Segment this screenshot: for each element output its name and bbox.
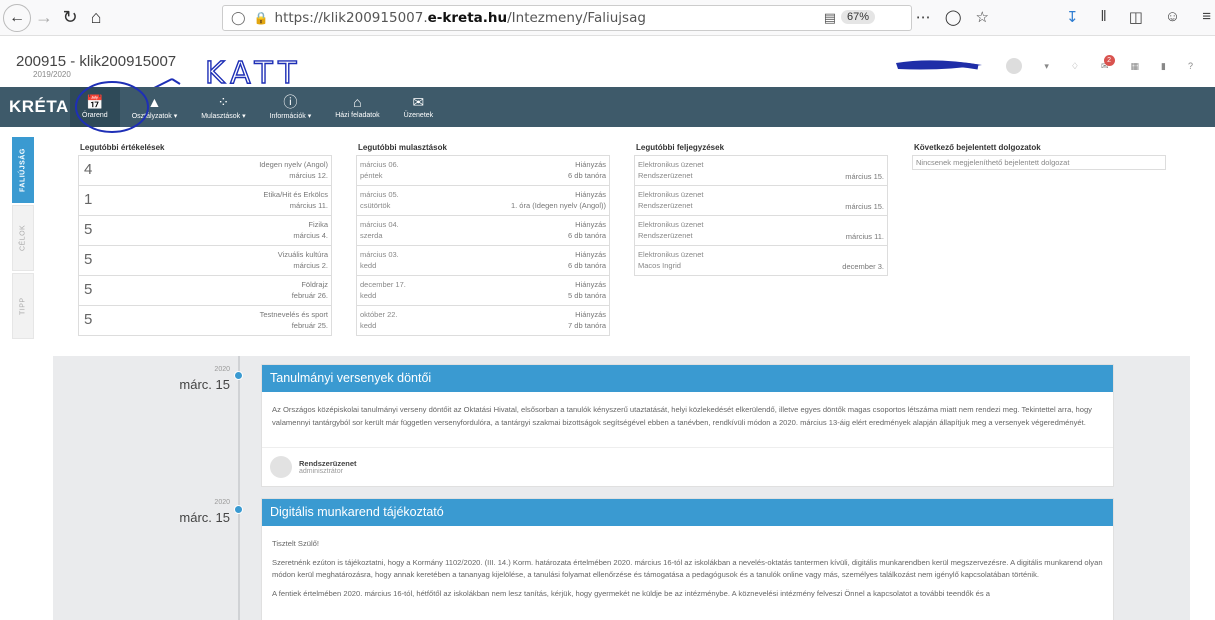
back-arrow-icon[interactable]: ← [3,3,31,32]
post-title[interactable]: Tanulmányi versenyek döntői [262,365,1113,392]
envelope-icon[interactable]: ✉ 2 [1101,54,1115,72]
post-year: 2020 [214,499,230,506]
url-text[interactable]: https://klik200915007.e-kreta.hu/Intezme… [275,10,646,26]
timeline-dot [234,371,243,380]
post-author: Rendszerüzenet adminisztrátor [262,447,1113,486]
post-body: Az Országos középiskolai tanulmányi vers… [272,405,1092,427]
timeline-line [238,356,240,620]
post-date: márc. 15 [179,377,230,392]
reload-icon[interactable]: ↻ [57,5,83,31]
grid-icon[interactable]: ▦ [1131,61,1140,72]
download-icon[interactable]: ↧ [1066,8,1079,26]
widget-notes: Legutóbbi feljegyzések Elektronikus üzen… [634,143,888,276]
shield-icon[interactable]: ◯ [231,10,246,26]
redacted-username [896,60,983,70]
pocket-icon[interactable]: ◯ [945,8,962,26]
menu-icon[interactable]: ≡ [1202,8,1211,26]
widget-title: Legutóbbi mulasztások [356,143,610,156]
kreta-logo[interactable]: KRÉTA [0,87,70,127]
spinner-icon: ⁘ [217,93,230,110]
timeline-dot [234,505,243,514]
widget-tests: Következő bejelentett dolgozatok Nincsen… [912,143,1166,170]
side-tabs: FALIÚJSÁG CÉLOK TIPP [12,137,34,341]
nav-informaciok[interactable]: ⓘ Információk ▾ [258,87,324,127]
grade-row[interactable]: 5 Testnevelés és sport február 25. [78,306,332,336]
absence-row[interactable]: március 06. péntek Hiányzás 6 db tanóra [356,156,610,186]
site-header: 200915 - klik200915007 2019/2020 KATT ▾ … [0,37,1215,89]
grade-row[interactable]: 5 Földrajz február 26. [78,276,332,306]
bell-icon[interactable]: ♢ [1071,61,1079,72]
widget-title: Következő bejelentett dolgozatok [912,143,1166,156]
grade-row[interactable]: 5 Vizuális kultúra március 2. [78,246,332,276]
widget-absences: Legutóbbi mulasztások március 06. péntek H… [356,143,610,336]
tab-faliujsag[interactable]: FALIÚJSÁG [12,137,34,203]
note-row[interactable]: Elektronikus üzenet Macos Ingrid december … [634,246,888,276]
library-icon[interactable]: ‖ [1101,8,1107,26]
note-row[interactable]: Elektronikus üzenet Rendszerüzenet március… [634,156,888,186]
note-row[interactable]: Elektronikus üzenet Rendszerüzenet március… [634,186,888,216]
address-bar[interactable]: ◯ 🔒 https://klik200915007.e-kreta.hu/Int… [222,5,912,31]
school-year: 2019/2020 [33,70,71,79]
absence-row[interactable]: március 03. kedd Hiányzás 6 db tanóra [356,246,610,276]
zoom-level[interactable]: 67% [840,10,875,24]
grade-row[interactable]: 4 Idegen nyelv (Angol) március 12. [78,156,332,186]
bookmark-star-icon[interactable]: ☆ [976,8,989,26]
post-body: Tisztelt Szülő! Szeretnénk ezúton is táj… [272,539,1103,598]
widget-grades: Legutóbbi értékelések 4 Idegen nyelv (Ang… [78,143,332,336]
reader-view-icon[interactable]: ▤ [824,10,836,26]
tab-tipp[interactable]: TIPP [12,273,34,339]
circle-annotation [75,81,149,133]
forward-arrow-icon[interactable]: → [31,5,57,31]
sidebar-icon[interactable]: ◫ [1129,8,1143,26]
bookmark-icon[interactable]: ▮ [1161,61,1166,72]
absence-row[interactable]: október 22. kedd Hiányzás 7 db tanóra [356,306,610,336]
widget-title: Legutóbbi feljegyzések [634,143,888,156]
note-row[interactable]: Elektronikus üzenet Rendszerüzenet március… [634,216,888,246]
author-avatar [270,456,292,478]
post-date: márc. 15 [179,510,230,525]
grade-row[interactable]: 1 Etika/Hit és Erkölcs március 11. [78,186,332,216]
post-year: 2020 [214,366,230,373]
info-icon: ⓘ [283,93,298,110]
browser-toolbar: ← → ↻ ⌂ ◯ 🔒 https://klik200915007.e-kret… [0,0,1215,36]
lock-icon[interactable]: 🔒 [254,11,269,25]
news-post: Digitális munkarend tájékoztató Tisztelt… [261,498,1114,620]
more-actions-icon[interactable]: ⋯ [916,8,931,26]
widget-title: Legutóbbi értékelések [78,143,332,156]
mail-badge: 2 [1103,54,1115,66]
absence-row[interactable]: március 04. szerda Hiányzás 6 db tanóra [356,216,610,246]
nav-uzenetek[interactable]: ✉ Üzenetek [392,87,446,127]
handwritten-annotation: KATT [151,55,302,89]
help-icon[interactable]: ? [1188,61,1193,71]
envelope-icon: ✉ [412,94,425,110]
post-title[interactable]: Digitális munkarend tájékoztató [262,499,1113,526]
user-avatar[interactable] [1006,58,1023,74]
main-navbar: KRÉTA 📅 Órarend ▲ Osztályzatok ▾ ⁘ Mulas… [0,87,1215,127]
home-icon: ⌂ [353,94,362,110]
caret-down-icon[interactable]: ▾ [1044,61,1049,72]
nav-mulasztasok[interactable]: ⁘ Mulasztások ▾ [189,87,257,127]
svg-text:KATT: KATT [205,56,302,89]
tab-celok[interactable]: CÉLOK [12,205,34,271]
nav-hazi-feladatok[interactable]: ⌂ Házi feladatok [323,87,391,127]
empty-message: Nincsenek megjeleníthető bejelentett dol… [912,156,1166,170]
account-icon[interactable]: ☺ [1165,8,1180,26]
home-icon[interactable]: ⌂ [83,5,109,31]
grade-row[interactable]: 5 Fizika március 4. [78,216,332,246]
absence-row[interactable]: március 05. csütörtök Hiányzás 1. óra (Ideg… [356,186,610,216]
news-post: Tanulmányi versenyek döntői Az Országos … [261,364,1114,487]
absence-row[interactable]: december 17. kedd Hiányzás 5 db tanóra [356,276,610,306]
